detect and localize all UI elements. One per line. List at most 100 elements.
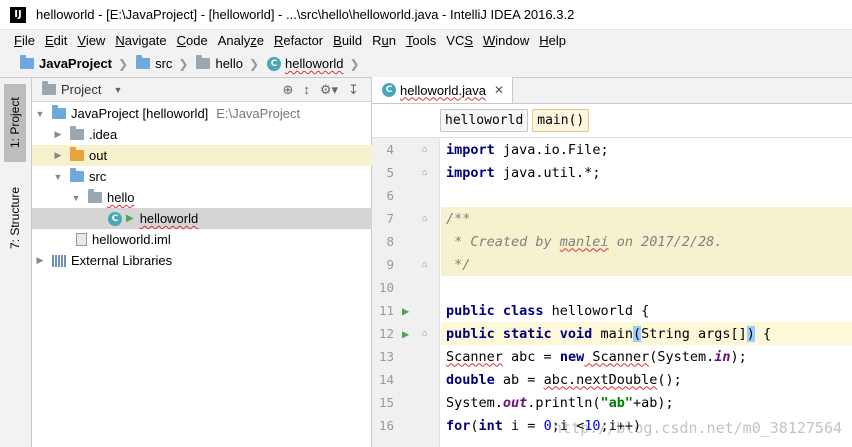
tab-project-tool[interactable]: 1: Project [4,84,26,162]
tree-node-label: hello [107,190,135,205]
fold-icon[interactable]: ⌂ [422,214,432,224]
menu-mnemonic: B [333,32,342,48]
menu-item-text: indow [495,32,530,48]
menu-item[interactable]: VCS [441,33,478,48]
code-token: { [754,325,772,342]
editor-tab-helloworld-java[interactable]: C helloworld.java ✕ [372,77,514,103]
collapse-all-icon[interactable]: ↕ [303,82,310,97]
nav-crumb-project[interactable]: JavaProject ❯ [0,55,132,71]
code-line: 6 [372,184,852,207]
tree-node-iml[interactable]: helloworld.iml [32,229,372,250]
code-token: */ [446,256,471,273]
code-line: 15 System. out .println("ab" +ab); [372,391,852,414]
expanded-arrow-icon[interactable]: ▼ [52,172,64,182]
code-token: Scanner [584,348,650,365]
menu-item-text: n [388,32,396,48]
tree-node-helloworld-class[interactable]: C ▶ helloworld [32,208,372,229]
close-icon[interactable]: ✕ [494,83,504,97]
tab-structure-tool[interactable]: 7: Structure [4,172,26,264]
menu-mnemonic: u [381,32,389,48]
menu-mnemonic: S [464,32,474,48]
code-token: .println( [527,394,601,411]
code-token: abc.nextDouble [543,371,658,388]
watermark: http://blog.csdn.net/m0_38127564 [553,419,842,437]
menu-item[interactable]: Code [172,33,213,48]
line-number: 12 [378,326,394,341]
menu-item-text: Analy [217,32,251,48]
run-method-icon[interactable]: ▶ [402,327,416,341]
nav-crumb-label: JavaProject [39,56,112,71]
breadcrumb-class[interactable]: helloworld [440,109,529,132]
menu-mnemonic: R [274,32,284,48]
menu-item[interactable]: Edit [40,33,72,48]
menu-item[interactable]: Navigate [110,33,171,48]
hide-panel-icon[interactable]: ↧ [348,82,359,98]
nav-crumb-label: src [155,56,173,71]
tree-node-out[interactable]: ▶ out [32,145,372,166]
menu-item[interactable]: View [72,33,110,48]
menu-item[interactable]: Build [328,33,367,48]
fold-icon[interactable]: ⌂ [422,145,432,155]
expanded-arrow-icon[interactable]: ▼ [70,193,82,203]
line-number: 15 [378,395,394,410]
menu-item[interactable]: Analyze [213,33,269,48]
sync-icon[interactable]: ⊕ [283,82,294,98]
menu-item[interactable]: Tools [401,33,441,48]
code-area[interactable]: 4 ⌂ import java.io.File; 5 ⌂ import java… [372,138,852,447]
code-token: * Created by [446,233,560,250]
code-token: /** [446,210,471,227]
code-text: import java.util.*; [441,161,852,184]
code-token: public static void [446,325,593,342]
collapsed-arrow-icon[interactable]: ▶ [52,129,64,140]
code-line: 13 Scanner abc = new Scanner (System. in); [372,345,852,368]
tree-node-src[interactable]: ▼ src [32,166,372,187]
tree-node-external-libraries[interactable]: ▶ External Libraries [32,250,372,271]
menu-item-text: ile [21,32,35,48]
nav-crumb-helloworld[interactable]: C helloworld ❯ [263,56,364,71]
code-token: +ab); [632,394,674,411]
settings-gear-icon[interactable]: ⚙▾ [320,82,338,98]
editor-tab-bar: C helloworld.java ✕ [372,77,852,104]
code-token: public class [446,302,544,319]
tree-node-project-root[interactable]: ▼ JavaProject [helloworld] E:\JavaProjec… [32,103,372,124]
code-text: public class helloworld { [441,299,852,322]
run-class-icon[interactable]: ▶ [402,304,416,318]
nav-crumb-hello[interactable]: hello ❯ [192,55,263,71]
code-text: import java.io.File; [441,138,852,161]
menu-item[interactable]: Window [478,33,534,48]
expanded-arrow-icon[interactable]: ▼ [34,109,46,119]
code-text: Scanner abc = new Scanner (System. in); [441,345,852,368]
menu-item[interactable]: Refactor [269,33,328,48]
code-token: ) [746,325,755,342]
code-text: double ab = abc.nextDouble (); [441,368,852,391]
line-number: 7 [386,211,394,226]
folder-icon [136,55,151,69]
menu-item[interactable]: Run [367,33,401,48]
menu-item-text: ode [186,32,208,48]
editor-tab-label: helloworld.java [400,82,486,98]
menu-item[interactable]: File [0,33,40,48]
project-view-selector[interactable]: Project ▼ [32,81,122,97]
breadcrumb-method[interactable]: main() [532,109,590,132]
code-line: 8 * Created by manlei on 2017/2/28. [372,230,852,253]
fold-icon[interactable]: ⌂ [422,168,432,178]
fold-icon[interactable]: ⌂ [422,329,432,339]
line-number: 16 [378,418,394,433]
fold-icon[interactable]: ⌂ [422,260,432,270]
tree-node-hello[interactable]: ▼ hello [32,187,372,208]
tree-node-label: External Libraries [71,253,173,268]
collapsed-arrow-icon[interactable]: ▶ [34,255,46,266]
code-token: (System. [649,348,715,365]
code-token: java.io.File; [494,141,609,158]
menu-item[interactable]: Help [534,33,571,48]
nav-crumb-src[interactable]: src ❯ [132,55,192,71]
menu-item-text: iew [85,32,106,48]
menu-item-text: e [256,32,264,48]
class-icon: C [382,83,396,97]
collapsed-arrow-icon[interactable]: ▶ [52,150,64,161]
tree-node-idea[interactable]: ▶ .idea [32,124,372,145]
tree-node-label: JavaProject [helloworld] [71,106,209,121]
code-line: 7 ⌂ /** [372,207,852,230]
